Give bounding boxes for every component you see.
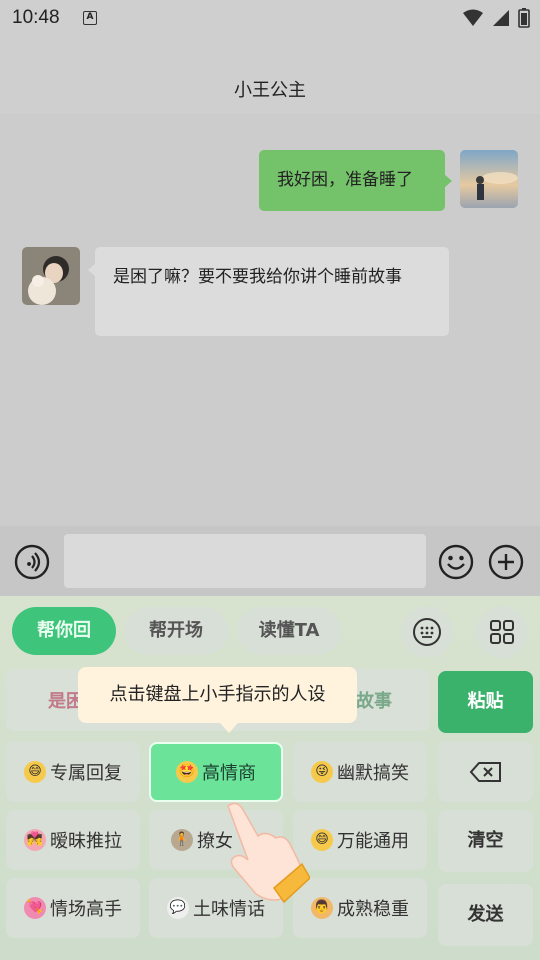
persona-label: 万能通用 (337, 831, 409, 852)
system-icons (462, 8, 530, 28)
persona-key-love-master[interactable]: 💘 情场高手 (6, 878, 140, 938)
avatar-image-sky (460, 150, 518, 208)
message-bubble-contact[interactable]: 是困了嘛？要不要我给你讲个睡前故事 (88, 247, 449, 336)
contact-avatar[interactable] (22, 247, 80, 305)
persona-key-mature[interactable]: 👨 成熟稳重 (293, 878, 427, 938)
emoji-icon[interactable] (438, 544, 474, 580)
person-icon: 🧍 (171, 829, 193, 851)
pointing-hand-icon (227, 802, 310, 904)
persona-key-humor[interactable]: 😜 幽默搞笑 (293, 742, 427, 802)
persona-key-flirt-push-pull[interactable]: 💏 暧昧推拉 (6, 810, 140, 870)
couple-kiss-icon: 💏 (24, 829, 46, 851)
accessibility-badge-icon: A (83, 11, 97, 25)
input-bar (0, 526, 540, 596)
my-avatar[interactable] (460, 150, 518, 208)
chat-area[interactable]: 我好困，准备睡了 是困了嘛？要不要我给你讲个睡前故事 (0, 114, 540, 526)
clear-button[interactable]: 清空 (438, 810, 533, 872)
persona-key-high-eq[interactable]: 🤩 高情商 (149, 742, 283, 802)
speech-bubble-icon: 💬 (167, 897, 189, 919)
chat-header: 小王公主 (0, 38, 540, 114)
backspace-icon (469, 762, 501, 782)
status-bar: 10:48 A (0, 0, 540, 38)
suggestion-text-right: 故事 (356, 691, 392, 712)
message-input[interactable] (64, 534, 426, 588)
persona-label: 高情商 (202, 763, 256, 784)
message-bubble-me[interactable]: 我好困，准备睡了 (259, 150, 452, 211)
heart-arrow-icon: 💘 (24, 897, 46, 919)
battery-icon (518, 8, 530, 28)
apps-grid-button[interactable] (476, 606, 528, 658)
signal-icon (493, 10, 509, 26)
plus-icon[interactable] (488, 544, 524, 580)
keyboard-toggle-button[interactable] (401, 606, 453, 658)
grin-emoji-icon: 😄 (24, 761, 46, 783)
grin-emoji-icon: 😄 (311, 829, 333, 851)
persona-label: 情场高手 (50, 899, 122, 920)
status-time: 10:48 (12, 7, 60, 28)
persona-label: 专属回复 (50, 763, 122, 784)
hint-tooltip: 点击键盘上小手指示的人设 (78, 667, 357, 733)
tab-help-open[interactable]: 帮开场 (124, 607, 228, 655)
voice-icon[interactable] (14, 544, 50, 580)
avatar-image-girl (22, 247, 80, 305)
persona-label: 暧昧推拉 (50, 831, 122, 852)
persona-label: 成熟稳重 (337, 899, 409, 920)
tab-read-ta[interactable]: 读懂TA (237, 607, 341, 655)
persona-label: 幽默搞笑 (337, 763, 409, 784)
wifi-icon (463, 9, 483, 26)
backspace-button[interactable] (438, 742, 533, 802)
star-eyes-emoji-icon: 🤩 (176, 761, 198, 783)
tab-help-reply[interactable]: 帮你回 (12, 607, 116, 655)
persona-key-universal[interactable]: 😄 万能通用 (293, 810, 427, 870)
send-button[interactable]: 发送 (438, 884, 533, 946)
man-face-icon: 👨 (311, 897, 333, 919)
persona-key-exclusive[interactable]: 😄 专属回复 (6, 742, 140, 802)
paste-button[interactable]: 粘贴 (438, 671, 533, 733)
tongue-emoji-icon: 😜 (311, 761, 333, 783)
grid-icon (490, 620, 514, 644)
keyboard-icon (413, 618, 441, 646)
chat-title: 小王公主 (234, 80, 306, 101)
